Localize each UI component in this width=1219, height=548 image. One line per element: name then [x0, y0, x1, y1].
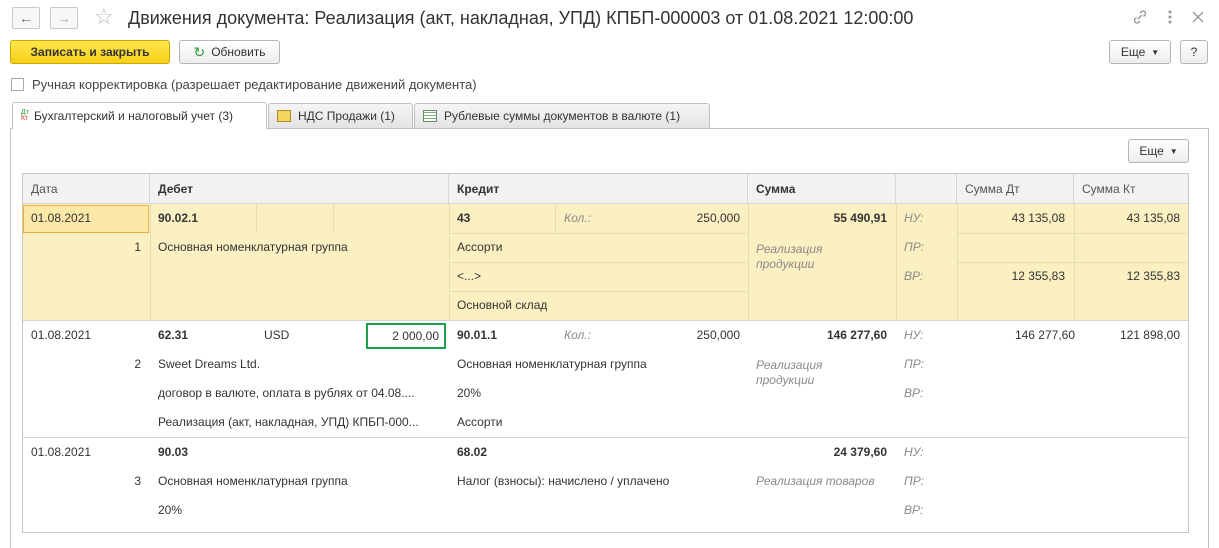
row3-vr-label: ВР:	[904, 503, 924, 517]
row1-num: 1	[134, 240, 141, 254]
more-label: Еще	[1120, 45, 1146, 59]
save-close-button[interactable]: Записать и закрыть	[10, 40, 170, 64]
col-debit[interactable]: Дебет	[150, 174, 449, 204]
tab-currency-sums[interactable]: Рублевые суммы документов в валюте (1)	[414, 103, 710, 128]
row1-vr-kt: 12 355,83	[1126, 269, 1180, 283]
row1-credit-subconto3: Основной склад	[457, 298, 548, 312]
vat-sales-icon	[277, 110, 291, 122]
col-sum[interactable]: Сумма	[748, 174, 896, 204]
row1-nu-dt: 43 135,08	[1011, 211, 1065, 225]
row1-sum: 55 490,91	[833, 211, 887, 225]
tab-vat-sales[interactable]: НДС Продажи (1)	[268, 103, 413, 128]
manual-correction-checkbox[interactable]	[11, 78, 24, 91]
row2-currency: USD	[264, 328, 290, 342]
row3-credit-subconto1: Налог (взносы): начислено / уплачено	[457, 474, 670, 488]
row2-debit-account: 62.31	[158, 328, 189, 342]
row1-vr-dt: 12 355,83	[1011, 269, 1065, 283]
tab-currency-sums-label: Рублевые суммы документов в валюте (1)	[444, 109, 681, 123]
row3-nu-label: НУ:	[904, 445, 924, 459]
row1-debit-account: 90.02.1	[158, 211, 199, 225]
dropdown-arrow-icon: ▼	[1151, 47, 1160, 57]
manual-correction-label: Ручная корректировка (разрешает редактир…	[32, 77, 477, 92]
row1-credit-subconto2: <...>	[457, 269, 482, 283]
row2-credit-account: 90.01.1	[457, 328, 498, 342]
refresh-icon: ↻	[193, 43, 206, 60]
row1-nu-kt: 43 135,08	[1126, 211, 1180, 225]
refresh-button[interactable]: ↻ Обновить	[179, 40, 280, 64]
row2-qty: 250,000	[696, 328, 740, 342]
row2-nu-label: НУ:	[904, 328, 924, 342]
row1-qty: 250,000	[696, 211, 740, 225]
link-icon[interactable]	[1131, 8, 1149, 26]
refresh-label: Обновить	[211, 45, 266, 59]
row3-sum: 24 379,60	[833, 445, 887, 459]
close-icon[interactable]	[1190, 9, 1206, 25]
row1-pr-label: ПР:	[904, 240, 924, 254]
arrow-right-icon: →	[57, 10, 71, 26]
row1-debit-subconto: Основная номенклатурная группа	[158, 240, 348, 254]
table-icon	[423, 110, 437, 122]
kebab-menu-icon[interactable]	[1165, 8, 1175, 26]
row1-nu-label: НУ:	[904, 211, 924, 225]
row2-currency-amount: 2 000,00	[366, 323, 446, 349]
row1-credit-subconto1: Ассорти	[457, 240, 503, 254]
row2-sum: 146 277,60	[826, 328, 887, 342]
tab-vat-sales-label: НДС Продажи (1)	[298, 109, 395, 123]
dropdown-arrow-icon: ▼	[1169, 146, 1178, 156]
row2-vr-label: ВР:	[904, 386, 924, 400]
forward-button[interactable]: →	[50, 7, 78, 29]
row3-credit-account: 68.02	[457, 445, 488, 459]
row3-debit-subconto2: 20%	[158, 503, 183, 517]
row1-qty-label: Кол.:	[564, 211, 591, 225]
row3-num: 3	[134, 474, 141, 488]
row2-debit-subconto1: Sweet Dreams Ltd.	[158, 357, 261, 371]
row3-debit-account: 90.03	[158, 445, 189, 459]
row2-qty-label: Кол.:	[564, 328, 591, 342]
row2-date: 01.08.2021	[31, 328, 92, 342]
dt-kt-icon: Дт Кт	[21, 109, 29, 122]
row1-credit-account: 43	[457, 211, 471, 225]
window-title: Движения документа: Реализация (акт, нак…	[128, 8, 914, 28]
row3-content: Реализация товаров	[756, 474, 875, 488]
row3-debit-subconto1: Основная номенклатурная группа	[158, 474, 348, 488]
more-button[interactable]: Еще ▼	[1109, 40, 1171, 64]
row2-nu-dt: 146 277,60	[1014, 328, 1075, 342]
arrow-left-icon: ←	[19, 10, 33, 26]
table-more-label: Еще	[1139, 144, 1164, 158]
tab-accounting[interactable]: Дт Кт Бухгалтерский и налоговый учет (3)	[12, 102, 267, 129]
star-icon[interactable]: ☆	[94, 4, 114, 30]
row3-date: 01.08.2021	[31, 445, 92, 459]
row1-vr-label: ВР:	[904, 269, 924, 283]
movements-table: Дата Дебет Кредит Сумма Сумма Дт Сумма К…	[22, 173, 1189, 533]
row1-content: Реализация продукции	[756, 242, 823, 271]
col-date[interactable]: Дата	[23, 174, 150, 204]
row1-date: 01.08.2021	[31, 211, 92, 225]
col-sum-kt[interactable]: Сумма Кт	[1074, 174, 1188, 204]
table-more-button[interactable]: Еще ▼	[1128, 139, 1189, 163]
row3-pr-label: ПР:	[904, 474, 924, 488]
col-sum-dt[interactable]: Сумма Дт	[957, 174, 1074, 204]
row2-credit-subconto1: Основная номенклатурная группа	[457, 357, 647, 371]
row2-credit-subconto3: Ассорти	[457, 415, 503, 429]
row2-credit-subconto2: 20%	[457, 386, 482, 400]
col-account-type[interactable]	[896, 174, 957, 204]
row2-num: 2	[134, 357, 141, 371]
row2-debit-subconto3: Реализация (акт, накладная, УПД) КПБП-00…	[158, 415, 419, 429]
row2-debit-subconto2: договор в валюте, оплата в рублях от 04.…	[158, 386, 415, 400]
back-button[interactable]: ←	[12, 7, 40, 29]
tab-accounting-label: Бухгалтерский и налоговый учет (3)	[33, 109, 234, 123]
help-button[interactable]: ?	[1180, 40, 1208, 64]
col-credit[interactable]: Кредит	[449, 174, 748, 204]
row2-nu-kt: 121 898,00	[1119, 328, 1180, 342]
row2-content: Реализация продукции	[756, 358, 823, 387]
row2-pr-label: ПР:	[904, 357, 924, 371]
